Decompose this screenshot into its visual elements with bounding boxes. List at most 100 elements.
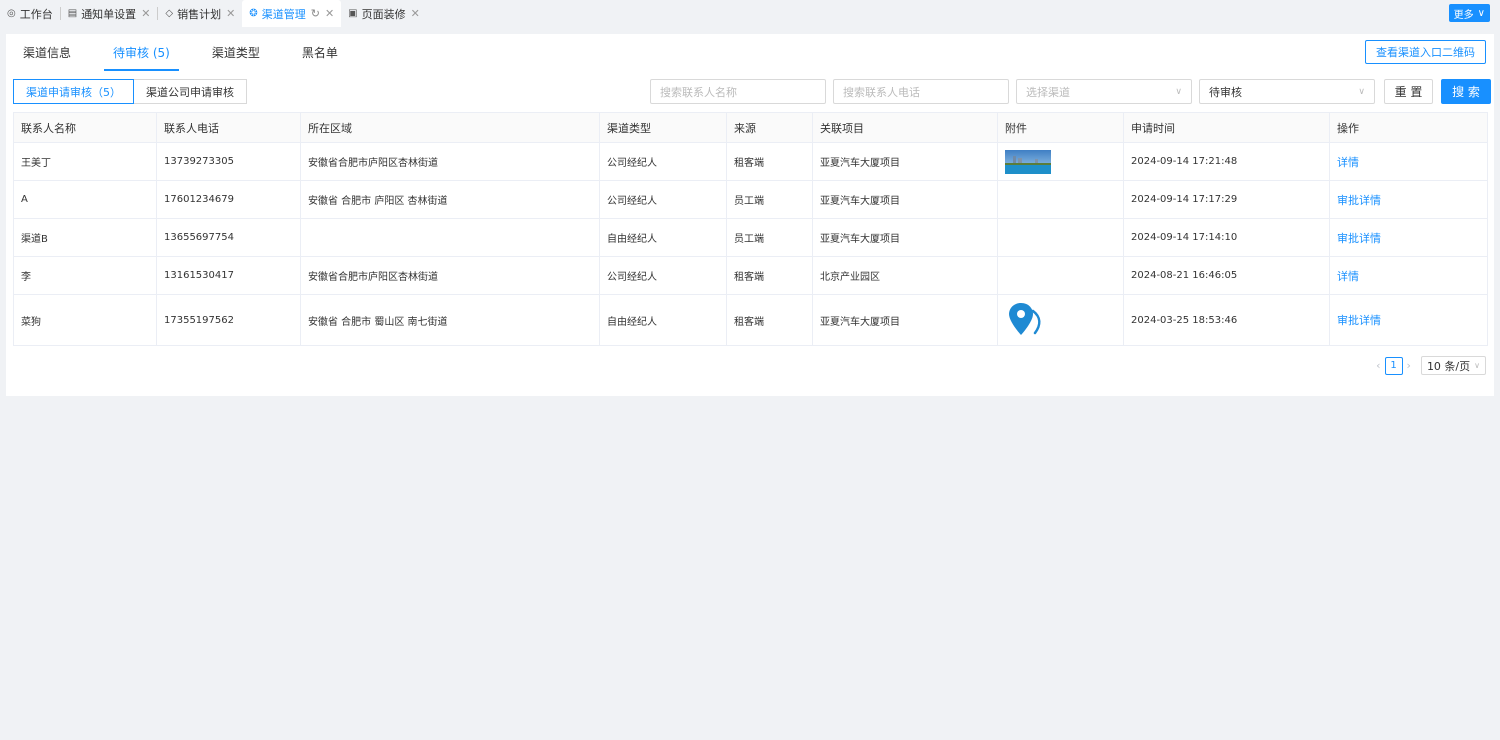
tab-label: 工作台 — [19, 7, 53, 21]
attachment-cell — [997, 218, 1124, 257]
column-header: 附件 — [997, 112, 1124, 143]
contact-phone-cell: 13655697754 — [156, 218, 301, 257]
location-pin-icon[interactable] — [1005, 301, 1045, 339]
area-cell: 安徽省 合肥市 庐阳区 杏林街道 — [300, 180, 600, 219]
contact-phone-cell: 13739273305 — [156, 142, 301, 181]
view-qr-code-button[interactable]: 查看渠道入口二维码 — [1365, 40, 1486, 64]
tab-channel-management[interactable]: ❂ 渠道管理 ↻ ✕ — [242, 0, 342, 27]
detail-link[interactable]: 详情 — [1329, 256, 1488, 295]
more-label: 更多 — [1453, 9, 1474, 21]
chevron-down-icon: ∨ — [1477, 7, 1485, 19]
filter-bar: 搜索联系人名称 搜索联系人电话 选择渠道 ∨ 待审核 ∨ 重 置 搜 索 — [650, 79, 1491, 104]
channel-type-cell: 公司经纪人 — [599, 180, 727, 219]
layout-icon: ▣ — [348, 8, 358, 19]
contact-name-cell: 渠道B — [13, 218, 157, 257]
source-cell: 租客端 — [726, 256, 813, 295]
close-icon[interactable]: ✕ — [411, 7, 420, 20]
approval-detail-link[interactable]: 审批详情 — [1329, 294, 1488, 346]
channel-select[interactable]: 选择渠道 ∨ — [1016, 79, 1192, 104]
attachment-photo-thumbnail[interactable] — [1005, 149, 1051, 174]
close-icon[interactable]: ✕ — [141, 7, 150, 20]
search-button[interactable]: 搜 索 — [1441, 79, 1491, 104]
approval-detail-link[interactable]: 审批详情 — [1329, 180, 1488, 219]
contact-name-search-input[interactable]: 搜索联系人名称 — [650, 79, 826, 104]
contact-phone-cell: 13161530417 — [156, 256, 301, 295]
dashboard-icon: ◎ — [7, 8, 16, 19]
table-row: 菜狗 17355197562 安徽省 合肥市 蜀山区 南七街道 自由经纪人 租客… — [13, 294, 1488, 346]
segment-company-application[interactable]: 渠道公司申请审核 — [134, 79, 247, 104]
apply-time-cell: 2024-09-14 17:21:48 — [1123, 142, 1330, 181]
area-cell: 安徽省合肥市庐阳区杏林街道 — [300, 142, 600, 181]
subtab-channel-type[interactable]: 渠道类型 — [203, 34, 269, 71]
source-cell: 租客端 — [726, 142, 813, 181]
tab-label: 销售计划 — [177, 7, 222, 21]
area-cell: 安徽省 合肥市 蜀山区 南七街道 — [300, 294, 600, 346]
channel-type-cell: 自由经纪人 — [599, 294, 727, 346]
status-select[interactable]: 待审核 ∨ — [1199, 79, 1375, 104]
area-cell — [300, 218, 600, 257]
tab-workbench[interactable]: ◎ 工作台 — [0, 0, 60, 27]
subtab-blacklist[interactable]: 黑名单 — [293, 34, 347, 71]
main-panel: 渠道信息 待审核 (5) 渠道类型 黑名单 查看渠道入口二维码 渠道申请审核（5… — [6, 34, 1494, 396]
chevron-down-icon: ∨ — [1474, 361, 1480, 370]
table-row: 王美丁 13739273305 安徽省合肥市庐阳区杏林街道 公司经纪人 租客端 … — [13, 142, 1488, 181]
apply-time-cell: 2024-09-14 17:17:29 — [1123, 180, 1330, 219]
project-cell: 北京产业园区 — [812, 256, 998, 295]
settings-icon: ❂ — [249, 8, 258, 19]
column-header: 联系人电话 — [156, 112, 301, 143]
channel-type-cell: 自由经纪人 — [599, 218, 727, 257]
apply-time-cell: 2024-08-21 16:46:05 — [1123, 256, 1330, 295]
attachment-cell — [997, 294, 1124, 346]
page-number[interactable]: 1 — [1384, 356, 1403, 375]
attachment-cell — [997, 142, 1124, 181]
applications-table: 联系人名称 联系人电话 所在区域 渠道类型 来源 关联项目 附件 申请时间 操作… — [13, 112, 1488, 346]
tab-sales-plan[interactable]: ◇ 销售计划 ✕ — [158, 0, 242, 27]
close-icon[interactable]: ✕ — [325, 7, 334, 20]
contact-phone-search-input[interactable]: 搜索联系人电话 — [833, 79, 1009, 104]
form-icon: ▤ — [67, 8, 78, 19]
attachment-cell — [997, 256, 1124, 295]
source-cell: 员工端 — [726, 180, 813, 219]
contact-phone-cell: 17601234679 — [156, 180, 301, 219]
channel-type-cell: 公司经纪人 — [599, 256, 727, 295]
subtab-channel-info[interactable]: 渠道信息 — [14, 34, 80, 71]
chevron-down-icon: ∨ — [1175, 86, 1182, 97]
project-cell: 亚夏汽车大厦项目 — [812, 142, 998, 181]
table-header-row: 联系人名称 联系人电话 所在区域 渠道类型 来源 关联项目 附件 申请时间 操作 — [13, 112, 1488, 143]
reset-button[interactable]: 重 置 — [1384, 79, 1433, 104]
approval-detail-link[interactable]: 审批详情 — [1329, 218, 1488, 257]
page-size-select[interactable]: 10 条/页 ∨ — [1420, 356, 1486, 375]
contact-name-cell: 菜狗 — [13, 294, 157, 346]
source-cell: 租客端 — [726, 294, 813, 346]
column-header: 渠道类型 — [599, 112, 727, 143]
chevron-right-icon[interactable]: › — [1403, 359, 1415, 372]
column-header: 关联项目 — [812, 112, 998, 143]
tag-icon: ◇ — [165, 8, 174, 19]
project-cell: 亚夏汽车大厦项目 — [812, 218, 998, 257]
contact-name-cell: A — [13, 180, 157, 219]
contact-name-cell: 李 — [13, 256, 157, 295]
project-cell: 亚夏汽车大厦项目 — [812, 180, 998, 219]
chevron-left-icon[interactable]: ‹ — [1372, 359, 1384, 372]
review-type-segment: 渠道申请审核（5） 渠道公司申请审核 — [13, 79, 247, 104]
page-size-value: 10 条/页 — [1426, 359, 1471, 373]
tab-label: 通知单设置 — [81, 7, 137, 21]
page-tab-bar: ◎ 工作台 ▤ 通知单设置 ✕ ◇ 销售计划 ✕ ❂ 渠道管理 ↻ ✕ ▣ 页面… — [0, 0, 1500, 27]
chevron-down-icon: ∨ — [1358, 86, 1365, 97]
column-header: 申请时间 — [1123, 112, 1330, 143]
table-row: 渠道B 13655697754 自由经纪人 员工端 亚夏汽车大厦项目 2024-… — [13, 218, 1488, 257]
tab-page-decoration[interactable]: ▣ 页面装修 ✕ — [341, 0, 427, 27]
subtab-pending-review[interactable]: 待审核 (5) — [104, 34, 179, 71]
tab-notice-settings[interactable]: ▤ 通知单设置 ✕ — [61, 0, 158, 27]
channel-select-placeholder: 选择渠道 — [1026, 85, 1070, 99]
table-row: A 17601234679 安徽省 合肥市 庐阳区 杏林街道 公司经纪人 员工端… — [13, 180, 1488, 219]
refresh-icon[interactable]: ↻ — [311, 7, 320, 20]
tab-label: 渠道管理 — [261, 7, 306, 21]
column-header: 所在区域 — [300, 112, 600, 143]
close-icon[interactable]: ✕ — [226, 7, 235, 20]
detail-link[interactable]: 详情 — [1329, 142, 1488, 181]
source-cell: 员工端 — [726, 218, 813, 257]
segment-channel-application[interactable]: 渠道申请审核（5） — [13, 79, 134, 104]
area-cell: 安徽省合肥市庐阳区杏林街道 — [300, 256, 600, 295]
more-tabs-button[interactable]: 更多 ∨ — [1448, 4, 1490, 22]
